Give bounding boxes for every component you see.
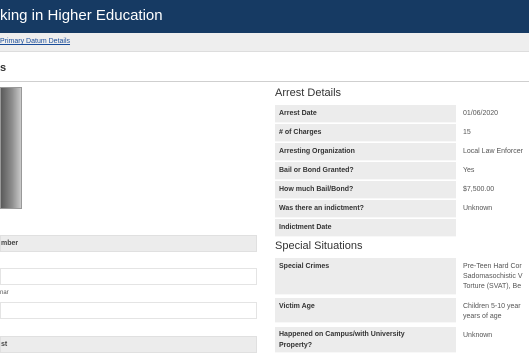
field-value: Local Law Enforcer	[463, 148, 523, 155]
field-value-line: Pre-Teen Hard Cor	[463, 263, 522, 270]
arrest-details-heading: Arrest Details	[275, 87, 342, 99]
section-divider	[0, 81, 529, 82]
field-label-line: Property?	[279, 342, 313, 349]
special-row-victim-age: Victim Age Children 5-10 year years of a…	[275, 298, 529, 323]
field-value-line: years of age	[463, 313, 502, 320]
field-label: Indictment Date	[279, 224, 332, 231]
arrest-row-arrest-date: Arrest Date 01/06/2020	[275, 105, 529, 123]
field-label: Was there an indictment?	[279, 205, 364, 212]
arrest-row-charges: # of Charges 15	[275, 124, 529, 142]
field-label: Arrest Date	[279, 110, 317, 117]
arrest-row-indictment: Was there an indictment? Unknown	[275, 200, 529, 218]
special-row-crimes: Special Crimes Pre-Teen Hard Cor Sadomas…	[275, 258, 529, 295]
special-situations-heading: Special Situations	[275, 240, 363, 252]
left-detail-row: st	[0, 336, 257, 353]
field-value-line: Sadomasochistic V	[463, 273, 523, 280]
field-label: # of Charges	[279, 129, 322, 136]
page-header-title: king in Higher Education	[0, 7, 163, 24]
field-label-line: Happened on Campus/with University	[279, 331, 405, 338]
field-value: 15	[463, 129, 471, 136]
field-label: Bail or Bond Granted?	[279, 167, 354, 174]
field-value-line: Torture (SVAT), Be	[463, 283, 522, 290]
left-detail-row	[0, 302, 257, 319]
profile-photo	[0, 87, 22, 209]
field-label: Special Crimes	[279, 263, 330, 270]
arrest-row-bail-granted: Bail or Bond Granted? Yes	[275, 162, 529, 180]
field-label: Victim Age	[279, 303, 315, 310]
left-detail-label: st	[1, 341, 8, 348]
special-row-campus: Happened on Campus/with University Prope…	[275, 327, 529, 353]
left-detail-label: mber	[1, 240, 19, 247]
left-detail-value: nar	[0, 290, 9, 296]
field-label: Arresting Organization	[279, 148, 355, 155]
app-header: king in Higher Education	[0, 0, 529, 33]
arrest-row-indictment-date: Indictment Date	[275, 219, 529, 237]
left-detail-row: mber	[0, 235, 257, 252]
field-value-line: Children 5-10 year	[463, 303, 521, 310]
field-label: How much Bail/Bond?	[279, 186, 354, 193]
breadcrumb: Primary Datum Details	[0, 33, 529, 52]
field-value: 01/06/2020	[463, 110, 499, 117]
left-detail-row	[0, 268, 257, 285]
arrest-row-organization: Arresting Organization Local Law Enforce…	[275, 143, 529, 161]
field-value: Unknown	[463, 205, 493, 212]
field-value: $7,500.00	[463, 186, 495, 193]
field-value: Unknown	[463, 332, 493, 339]
field-value: Yes	[463, 167, 475, 174]
section-title: s	[0, 62, 7, 74]
breadcrumb-link-primary-datum-details[interactable]: Primary Datum Details	[0, 38, 70, 45]
arrest-row-bail-amount: How much Bail/Bond? $7,500.00	[275, 181, 529, 199]
